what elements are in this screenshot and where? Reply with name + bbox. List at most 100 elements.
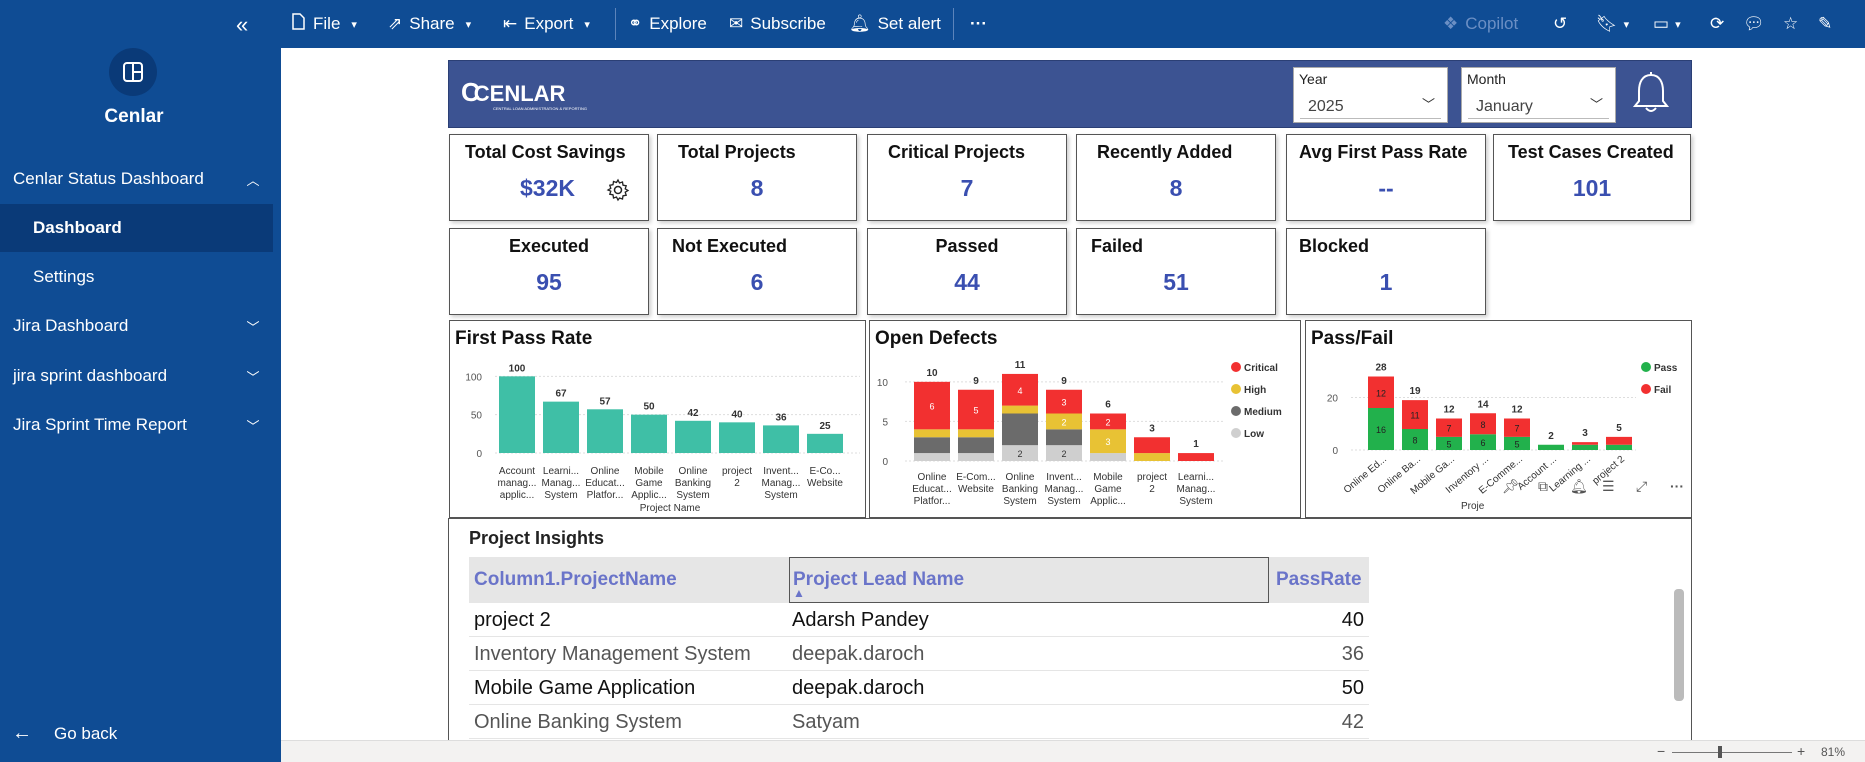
alert-icon[interactable]: 🔔︎ [1570, 478, 1588, 495]
bar [499, 376, 535, 453]
favorite-icon[interactable]: ☆ [1783, 0, 1798, 48]
kpi-failed: Failed 51 [1076, 228, 1276, 315]
refresh-visuals-icon[interactable]: ↺ [1553, 0, 1567, 48]
bookmark-icon[interactable]: 🔖︎ ▾ [1596, 0, 1629, 48]
legend-marker [1641, 362, 1651, 372]
cell-passrate: 40 [1341, 609, 1364, 631]
segment-label: 6 [1480, 438, 1485, 448]
file-label: File [313, 14, 341, 33]
nav-cenlar-status-dashboard[interactable]: Cenlar Status Dashboard ︿ [0, 155, 273, 203]
zoom-in-button[interactable]: + [1797, 743, 1805, 759]
legend-marker [1231, 428, 1241, 438]
table-row[interactable]: Mobile Game Application deepak.daroch 50 [469, 671, 1369, 705]
bar-segment [1572, 442, 1598, 445]
file-icon [291, 13, 306, 35]
pin-icon[interactable]: 📌︎ [1502, 478, 1520, 495]
column-header-project-lead[interactable]: Project Lead Name ▲ [789, 557, 1269, 603]
first-pass-rate-panel[interactable]: First Pass Rate 0 50 100 100 Account manag...… [449, 320, 866, 518]
nav-dashboard[interactable]: Dashboard [0, 204, 273, 252]
kpi-value: 51 [1163, 269, 1189, 295]
nav-label: Dashboard [33, 218, 122, 237]
gear-icon[interactable] [606, 178, 630, 207]
x-tick-label: Online [1006, 472, 1035, 483]
column-header-passrate[interactable]: PassRate [1271, 557, 1369, 603]
subscribe-button[interactable]: ✉ Subscribe [729, 0, 826, 48]
workspace-name: Cenlar [104, 106, 164, 127]
x-tick-label: Account [499, 466, 535, 477]
legend-label: Low [1244, 429, 1264, 440]
data-label: 28 [1375, 363, 1387, 374]
go-back-button[interactable]: ← Go back [12, 722, 117, 745]
bar-segment [1178, 453, 1214, 461]
segment-label: 3 [1061, 398, 1066, 408]
explore-button[interactable]: ⚭ Explore [628, 0, 707, 48]
x-tick-label: Mobile [1093, 472, 1123, 483]
bar-segment [1606, 436, 1632, 445]
x-axis-label: Project Name [640, 503, 701, 514]
x-tick-label: Online [591, 466, 620, 477]
nav-jira-sprint-time-report[interactable]: Jira Sprint Time Report ﹀ [0, 401, 273, 449]
export-menu[interactable]: ⇤ Export ▾ [503, 0, 590, 48]
open-defects-panel[interactable]: Open Defects 0 5 10 6 10 Online Educat... Platf… [869, 320, 1301, 518]
kpi-value: 7 [960, 175, 974, 201]
table-row[interactable]: Inventory Management System deepak.daroc… [469, 637, 1369, 671]
edit-icon[interactable]: ✎ [1818, 0, 1832, 48]
x-tick-label: Applic... [631, 490, 667, 501]
refresh-icon[interactable]: ⟳ [1710, 0, 1724, 48]
data-label: 2 [1548, 431, 1554, 442]
copilot-label: Copilot [1465, 14, 1519, 33]
chevron-down-icon: ▾ [351, 18, 357, 31]
collapse-sidebar-icon[interactable]: « [236, 12, 248, 38]
chevron-down-icon: ﹀ [246, 319, 260, 335]
table-row[interactable]: Online Banking System Satyam 42 [469, 705, 1369, 739]
nav-label: Jira Dashboard [13, 316, 129, 335]
cell-passrate: 42 [1341, 711, 1364, 733]
x-tick-label: System [1179, 496, 1212, 507]
zoom-slider[interactable] [1672, 752, 1792, 753]
x-tick-label: Platfor... [587, 490, 624, 501]
y-tick-label: 0 [1332, 446, 1338, 457]
chevron-down-icon: ﹀ [246, 369, 260, 385]
segment-label: 2 [1105, 417, 1110, 427]
copy-icon[interactable]: ⧉ [1538, 478, 1548, 495]
more-options-icon[interactable]: ··· [970, 0, 987, 48]
data-label: 12 [1511, 405, 1523, 416]
kpi-critical-projects: Critical Projects 7 [867, 134, 1067, 221]
y-tick-label: 100 [465, 372, 482, 383]
view-icon[interactable]: ▭ ▾ [1653, 0, 1681, 48]
kpi-avg-first-pass-rate: Avg First Pass Rate -- [1286, 134, 1486, 221]
set-alert-button[interactable]: 🔔︎ Set alert [849, 0, 941, 48]
bar-segment [1002, 405, 1038, 414]
table-row[interactable]: project 2 Adarsh Pandey 40 [469, 603, 1369, 637]
copilot-button[interactable]: ❖ Copilot [1443, 0, 1518, 48]
bar-segment [1606, 444, 1632, 450]
year-slicer[interactable]: Year 2025 ﹀ [1293, 67, 1448, 123]
zoom-out-button[interactable]: − [1657, 743, 1665, 759]
more-options-icon[interactable]: ··· [1670, 478, 1684, 494]
focus-mode-icon[interactable]: ⤢ [1636, 478, 1647, 495]
share-menu[interactable]: ⇗ Share ▾ [388, 0, 471, 48]
nav-jira-dashboard[interactable]: Jira Dashboard ﹀ [0, 302, 273, 350]
data-label: 9 [973, 376, 979, 387]
x-tick-label: Manag... [762, 478, 801, 489]
segment-label: 8 [1480, 420, 1485, 430]
segment-label: 6 [929, 402, 934, 412]
kpi-blocked: Blocked 1 [1286, 228, 1486, 315]
nav-jira-sprint-dashboard[interactable]: jira sprint dashboard ﹀ [0, 352, 273, 400]
x-tick-label: Game [635, 478, 663, 489]
nav-settings[interactable]: Settings [0, 253, 273, 301]
bell-icon[interactable] [1631, 71, 1671, 120]
month-slicer[interactable]: Month January ﹀ [1461, 67, 1616, 123]
filter-icon[interactable]: ☰ [1602, 478, 1615, 495]
segment-label: 8 [1412, 436, 1417, 446]
column-header-project-name[interactable]: Column1.ProjectName [474, 557, 789, 603]
data-label: 36 [775, 412, 787, 423]
chevron-down-icon: ▾ [465, 18, 472, 31]
zoom-slider-thumb[interactable] [1718, 746, 1722, 758]
table-scrollbar[interactable] [1674, 589, 1684, 701]
kpi-not-executed: Not Executed 6 [657, 228, 857, 315]
bar-segment [1046, 429, 1082, 446]
comment-icon[interactable]: 💬︎ [1743, 0, 1765, 48]
file-menu[interactable]: File ▾ [291, 0, 357, 48]
pass-fail-panel[interactable]: Pass/Fail 0 20 16 12 28 Online Ed... 8 11 19 Onli… [1305, 320, 1692, 518]
